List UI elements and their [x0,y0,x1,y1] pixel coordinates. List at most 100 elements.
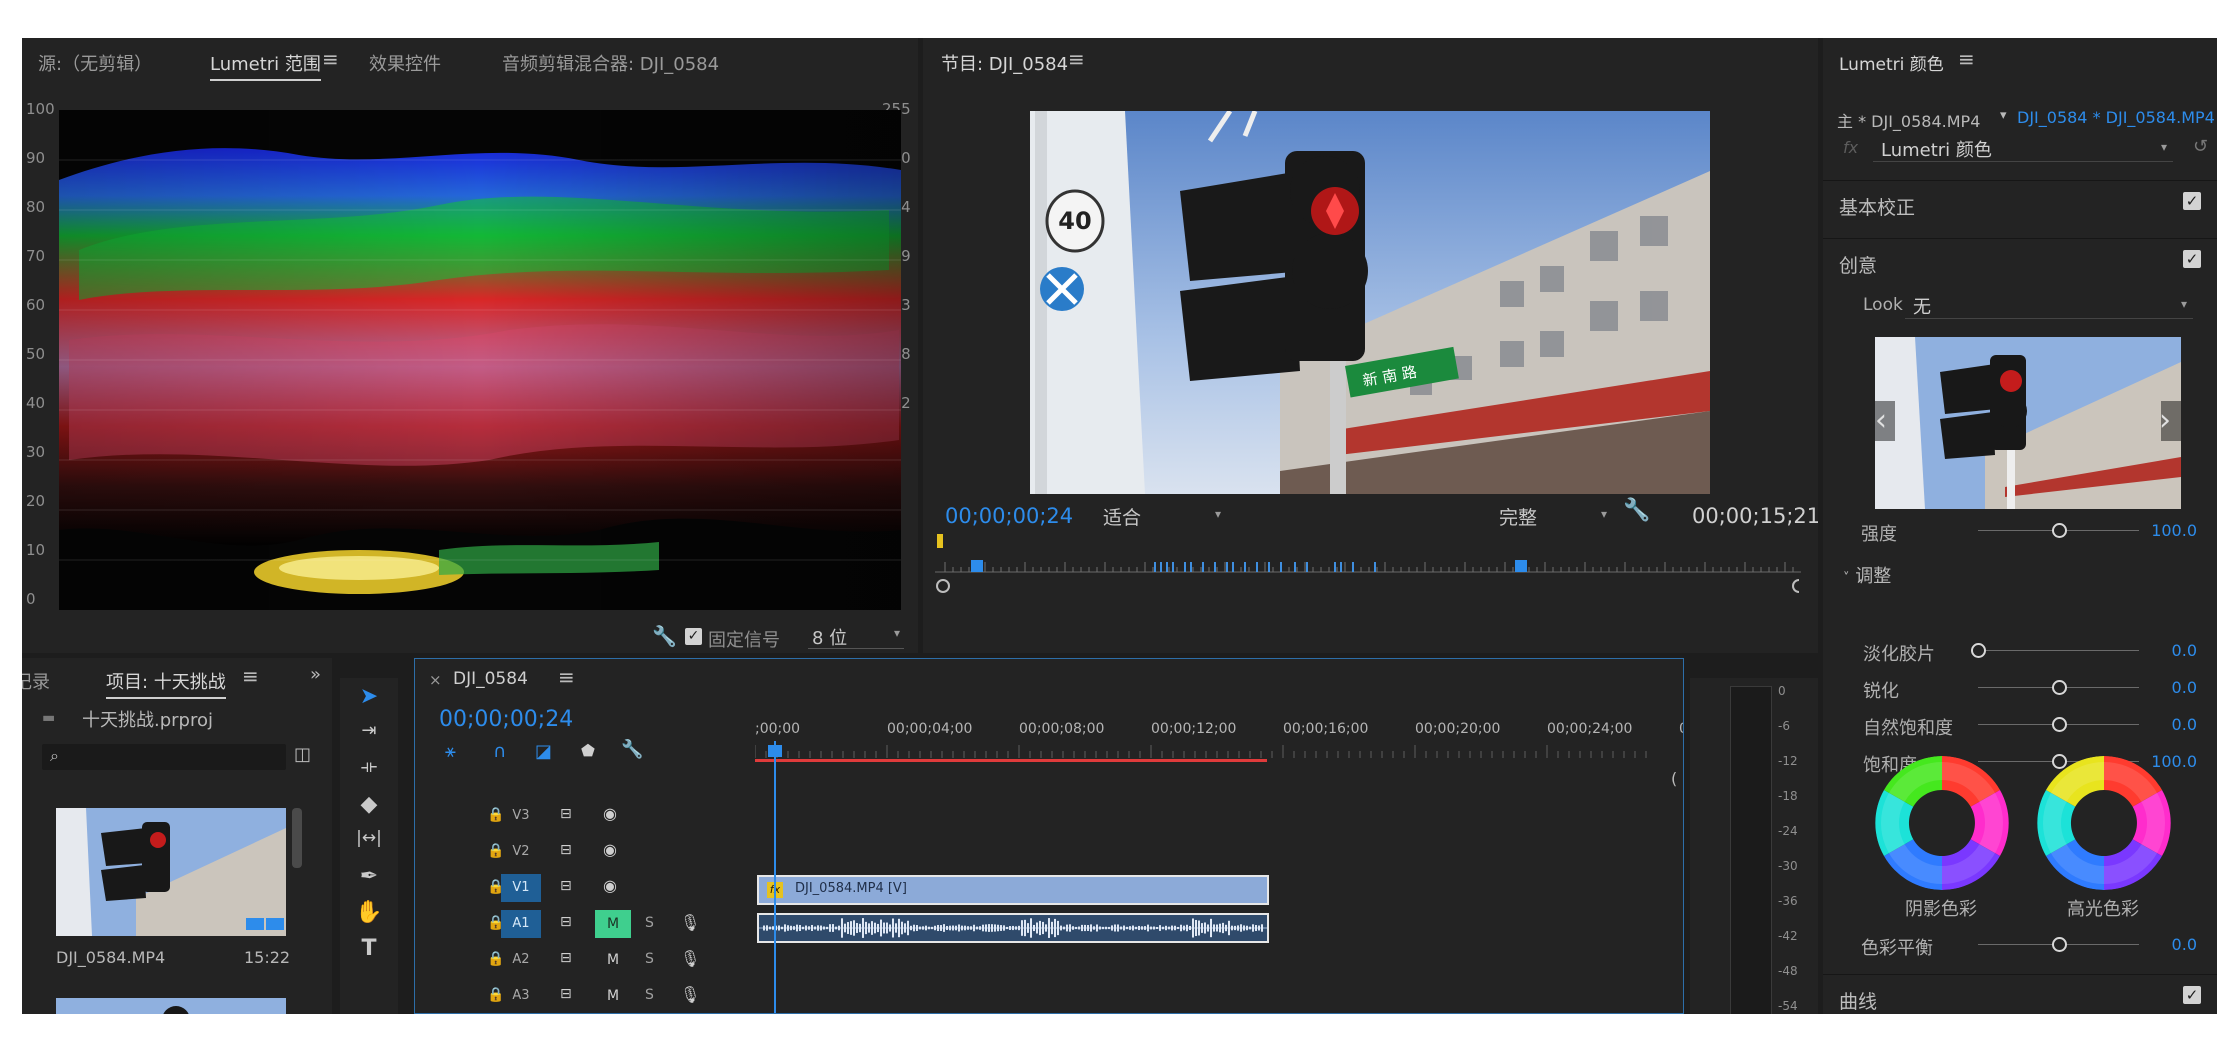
add-button-icon[interactable]: + [1771,652,1791,653]
sync-lock-icon[interactable]: ⊟ [560,842,572,858]
track-header-a1[interactable]: 🔒 A1 ⊟ M S 🎙 [415,907,755,941]
sync-lock-icon[interactable]: ⊟ [560,914,572,930]
timeline-settings-wrench-icon[interactable]: 🔧 [621,739,643,760]
slider-knob[interactable] [2051,523,2067,538]
sync-lock-icon[interactable]: ⊟ [560,806,572,822]
solo-button[interactable]: S [645,915,654,931]
track-header-v1[interactable]: 🔒 V1 ⊟ ◉ [415,871,755,905]
track-header-v3[interactable]: 🔒 V3 ⊟ ◉ [415,799,755,833]
snap-icon[interactable]: ∩ [493,741,506,762]
new-bin-icon[interactable]: ◫ [294,744,311,765]
add-marker-icon[interactable]: ⬟ [581,741,595,760]
microphone-icon[interactable]: 🎙 [680,913,700,932]
eye-icon[interactable]: ◉ [603,804,617,823]
fx-badge[interactable]: fx [1843,138,1858,157]
project-clip-thumbnail-2[interactable] [56,998,286,1014]
section-creative[interactable]: 创意 ✓ [1823,238,2217,279]
track-header-v2[interactable]: 🔒 V2 ⊟ ◉ [415,835,755,869]
adjustment-slider[interactable]: 淡化胶片 0.0 [1823,632,2217,668]
look-preview-thumbnail[interactable] [1875,337,2181,509]
selection-tool-icon[interactable]: ➤ [340,684,398,716]
reset-effect-icon[interactable]: ↺ [2193,136,2208,157]
close-icon[interactable]: × [429,671,442,689]
tab-source[interactable]: 源:（无剪辑） [38,50,152,76]
sync-lock-icon[interactable]: ⊟ [560,986,572,1002]
track-target[interactable]: V1 [501,874,541,902]
video-clip[interactable]: fx DJI_0584.MP4 [V] [757,875,1269,905]
intensity-slider[interactable]: 强度 100.0 [1823,512,2217,548]
tab-project[interactable]: 项目: 十天挑战 [106,668,226,699]
timeline-tab[interactable]: DJI_0584 [453,669,528,689]
slider-value[interactable]: 0.0 [2172,678,2197,697]
slider-value[interactable]: 100.0 [2151,521,2197,540]
mute-button[interactable]: M [595,910,631,938]
master-clip-label[interactable]: 主 * DJI_0584.MP4 [1837,108,1980,132]
slider-knob[interactable] [2051,680,2067,695]
sequence-clip-label[interactable]: DJI_0584 * DJI_0584.MP4 [2017,108,2215,127]
slider-track[interactable] [1978,650,2139,651]
enable-checkbox[interactable]: ✓ [2183,192,2201,210]
mute-button[interactable]: M [595,982,631,1010]
clamp-signal-checkbox[interactable]: ✓ [685,628,702,645]
audio-clip[interactable] [757,913,1269,943]
adjustments-toggle[interactable]: ˅ 调整 [1843,562,1891,588]
clip-name[interactable]: DJI_0584.MP4 [56,948,165,967]
bit-depth-select[interactable]: 8 位 ▾ [808,622,904,649]
panel-menu-icon[interactable]: ≡ [1958,47,1975,71]
tab-program[interactable]: 节目: DJI_0584 [941,50,1068,79]
eye-icon[interactable]: ◉ [603,840,617,859]
fit-select[interactable]: 适合 ▾ [1103,501,1221,529]
track-select-tool-icon[interactable]: ⇥ [340,720,398,752]
enable-checkbox[interactable]: ✓ [2183,986,2201,1004]
playback-resolution-select[interactable]: 完整 ▾ [1499,501,1607,529]
hand-tool-icon[interactable]: ✋ [340,900,398,932]
pen-tool-icon[interactable]: ✒ [340,864,398,896]
section-basic-correction[interactable]: 基本校正 ✓ [1823,180,2217,221]
timeline-timecode[interactable]: 00;00;00;24 [439,707,573,732]
scroll-cap-icon[interactable]: ( [1671,769,1677,788]
track-target[interactable]: A3 [501,982,541,1010]
shadow-color-wheel[interactable] [1875,756,2009,890]
playhead-handle[interactable] [768,745,782,757]
track-header-a2[interactable]: 🔒 A2 ⊟ M S 🎙 [415,943,755,977]
tab-audio-clip-mixer[interactable]: 音频剪辑混合器: DJI_0584 [502,50,719,76]
tab-effect-controls[interactable]: 效果控件 [369,50,441,76]
chevron-down-icon[interactable]: ▾ [2000,108,2007,123]
sync-lock-icon[interactable]: ⊟ [560,950,572,966]
mute-button[interactable]: M [595,946,631,974]
adjustment-slider[interactable]: 自然饱和度 0.0 [1823,706,2217,742]
razor-tool-icon[interactable]: ◆ [340,792,398,824]
expand-panels-icon[interactable]: » [310,664,321,685]
linked-selection-icon[interactable]: ◪ [535,741,552,762]
slider-value[interactable]: 0.0 [2172,935,2197,954]
panel-menu-icon[interactable]: ≡ [1068,47,1085,71]
type-tool-icon[interactable]: T [340,936,398,968]
program-timecode[interactable]: 00;00;00;24 [945,504,1073,528]
panel-menu-icon[interactable]: ≡ [558,665,575,689]
sync-lock-icon[interactable]: ⊟ [560,878,572,894]
slip-tool-icon[interactable]: |↔| [340,828,398,860]
playhead-line[interactable] [774,741,776,1013]
section-curves[interactable]: 曲线 ✓ [1823,974,2217,1014]
previous-look-icon[interactable]: ‹ [1875,403,1887,438]
solo-button[interactable]: S [645,987,654,1003]
tab-lumetri-color[interactable]: Lumetri 颜色 [1839,50,1944,78]
tab-lumetri-scopes[interactable]: Lumetri 范围 [210,50,321,81]
slider-value[interactable]: 0.0 [2172,715,2197,734]
project-clip-thumbnail[interactable] [56,808,286,936]
color-balance-slider[interactable]: 色彩平衡 0.0 [1823,926,2217,962]
enable-checkbox[interactable]: ✓ [2183,250,2201,268]
adjustment-slider[interactable]: 锐化 0.0 [1823,669,2217,705]
scope-settings-wrench-icon[interactable]: 🔧 [652,624,677,648]
look-select[interactable]: 无 ▾ [1905,292,2193,319]
effect-select[interactable]: Lumetri 颜色 ▾ [1873,135,2173,162]
eye-icon[interactable]: ◉ [603,876,617,895]
microphone-icon[interactable]: 🎙 [680,985,700,1004]
scrollbar-thumb[interactable] [292,808,302,868]
ripple-edit-tool-icon[interactable]: ⟛ [340,756,398,788]
tab-log[interactable]: 记录 [22,668,50,694]
settings-wrench-icon[interactable]: 🔧 [1623,498,1650,523]
track-target[interactable]: V3 [501,802,541,830]
next-look-icon[interactable]: › [2159,403,2171,438]
project-search-input[interactable]: ⌕ [42,744,286,770]
